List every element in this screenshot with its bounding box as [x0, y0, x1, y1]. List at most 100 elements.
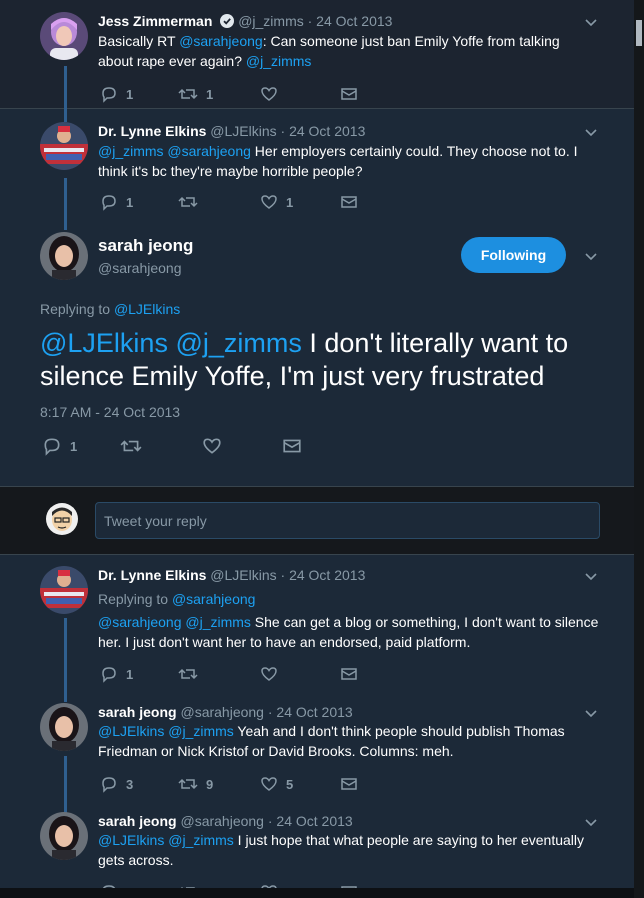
mention-link[interactable]: @j_zimms — [246, 53, 312, 69]
display-name[interactable]: Jess Zimmerman — [98, 13, 212, 29]
tweet-actions: 1 — [100, 664, 360, 684]
display-name-wrapper: sarah jeong — [98, 236, 193, 256]
mention-link[interactable]: @LJElkins @j_zimms — [40, 328, 302, 358]
handle[interactable]: @sarahjeong — [98, 260, 182, 276]
chevron-down-icon[interactable] — [583, 124, 599, 140]
chevron-down-icon[interactable] — [583, 568, 599, 584]
like-button[interactable] — [202, 436, 222, 456]
handle[interactable]: @LJElkins — [210, 567, 276, 583]
reply-button[interactable]: 3 — [100, 774, 133, 794]
handle[interactable]: @j_zimms — [238, 13, 304, 29]
reply-count: 3 — [126, 776, 134, 792]
avatar[interactable] — [40, 12, 88, 60]
chevron-down-icon[interactable] — [583, 705, 599, 721]
tweet-timestamp[interactable]: 8:17 AM - 24 Oct 2013 — [40, 404, 180, 420]
like-button[interactable] — [260, 84, 278, 104]
avatar[interactable] — [40, 232, 88, 280]
tweet-date[interactable]: · 24 Oct 2013 — [264, 813, 353, 829]
envelope-icon — [341, 88, 357, 100]
display-name[interactable]: Dr. Lynne Elkins — [98, 123, 206, 139]
replying-to-label: Replying to — [40, 301, 114, 317]
retweet-button[interactable] — [178, 664, 198, 684]
avatar[interactable] — [40, 122, 88, 170]
tweet-date[interactable]: · 24 Oct 2013 — [264, 704, 353, 720]
tweet-text: @LJElkins @j_zimms Yeah and I don't thin… — [98, 721, 578, 761]
verified-badge-icon — [220, 14, 235, 28]
chevron-down-icon[interactable] — [583, 14, 599, 30]
tweet-text: @LJElkins @j_zimms I just hope that what… — [98, 830, 588, 870]
tweet-header: Dr. Lynne Elkins @LJElkins · 24 Oct 2013 — [98, 566, 365, 584]
handle[interactable]: @sarahjeong — [180, 704, 264, 720]
message-button[interactable] — [340, 664, 358, 684]
replying-to-link[interactable]: @sarahjeong — [172, 591, 256, 607]
tweet-text: Basically RT @sarahjeong: Can someone ju… — [98, 31, 598, 71]
following-button[interactable]: Following — [461, 237, 566, 273]
reply-button[interactable]: 1 — [100, 84, 133, 104]
avatar[interactable] — [40, 812, 88, 860]
display-name[interactable]: Dr. Lynne Elkins — [98, 567, 206, 583]
like-count: 5 — [286, 776, 294, 792]
reply-icon — [102, 667, 116, 683]
retweet-count: 1 — [206, 86, 214, 102]
tweet-header: sarah jeong @sarahjeong · 24 Oct 2013 — [98, 703, 353, 721]
tweet-actions: 1 — [42, 436, 302, 456]
heart-icon — [261, 87, 277, 101]
like-button[interactable] — [260, 664, 278, 684]
tweet-actions: 3 9 5 — [100, 774, 360, 794]
chevron-down-icon[interactable] — [583, 248, 599, 264]
tweet-date[interactable]: · 24 Oct 2013 — [277, 567, 366, 583]
like-button[interactable]: 1 — [260, 192, 293, 212]
tweet-header: sarah jeong @sarahjeong · 24 Oct 2013 — [98, 812, 353, 830]
reply-button[interactable]: 1 — [100, 664, 133, 684]
divider — [0, 108, 644, 109]
retweet-button[interactable]: 1 — [178, 84, 213, 104]
heart-icon — [261, 667, 277, 681]
scrollbar[interactable] — [634, 0, 644, 898]
handle-wrapper: @sarahjeong — [98, 259, 182, 277]
message-button[interactable] — [340, 774, 358, 794]
mention-link[interactable]: @sarahjeong — [179, 33, 263, 49]
reply-icon — [102, 195, 116, 211]
reply-count: 1 — [70, 438, 78, 454]
tweet-date[interactable]: · 24 Oct 2013 — [304, 13, 393, 29]
retweet-icon — [120, 440, 142, 452]
tweet-text: @sarahjeong @j_zimms She can get a blog … — [98, 612, 608, 652]
thread-line — [64, 756, 67, 814]
envelope-icon — [341, 778, 357, 790]
retweet-button[interactable] — [120, 436, 142, 456]
retweet-button[interactable]: 9 — [178, 774, 213, 794]
handle[interactable]: @sarahjeong — [180, 813, 264, 829]
avatar[interactable] — [40, 703, 88, 751]
mention-link[interactable]: @sarahjeong @j_zimms — [98, 614, 251, 630]
handle[interactable]: @LJElkins — [210, 123, 276, 139]
tweet-actions: 1 1 — [100, 192, 360, 212]
avatar[interactable] — [40, 566, 88, 614]
chevron-down-icon[interactable] — [583, 814, 599, 830]
display-name[interactable]: sarah jeong — [98, 236, 193, 255]
display-name[interactable]: sarah jeong — [98, 704, 177, 720]
main-tweet-text: @LJElkins @j_zimms I don't literally wan… — [40, 327, 610, 393]
message-button[interactable] — [340, 84, 358, 104]
tweet-date[interactable]: · 24 Oct 2013 — [277, 123, 366, 139]
reply-icon — [102, 777, 116, 793]
reply-button[interactable]: 1 — [42, 436, 77, 456]
mention-link[interactable]: @LJElkins @j_zimms — [98, 832, 234, 848]
reply-count: 1 — [126, 86, 134, 102]
message-button[interactable] — [340, 192, 358, 212]
reply-input[interactable]: Tweet your reply — [95, 502, 600, 539]
timestamp-wrapper: 8:17 AM - 24 Oct 2013 — [40, 403, 180, 421]
retweet-button[interactable] — [178, 192, 198, 212]
retweet-count: 9 — [206, 776, 214, 792]
display-name[interactable]: sarah jeong — [98, 813, 177, 829]
tweet-thread-page: Jess Zimmerman @j_zimms · 24 Oct 2013 Ba… — [0, 0, 644, 898]
heart-icon — [261, 195, 277, 209]
tweet-header: Dr. Lynne Elkins @LJElkins · 24 Oct 2013 — [98, 122, 365, 140]
avatar[interactable] — [46, 503, 78, 535]
mention-link[interactable]: @j_zimms @sarahjeong — [98, 143, 251, 159]
reply-button[interactable]: 1 — [100, 192, 133, 212]
scrollbar-thumb[interactable] — [636, 20, 642, 46]
mention-link[interactable]: @LJElkins @j_zimms — [98, 723, 234, 739]
message-button[interactable] — [282, 436, 302, 456]
like-button[interactable]: 5 — [260, 774, 293, 794]
replying-to-link[interactable]: @LJElkins — [114, 301, 180, 317]
